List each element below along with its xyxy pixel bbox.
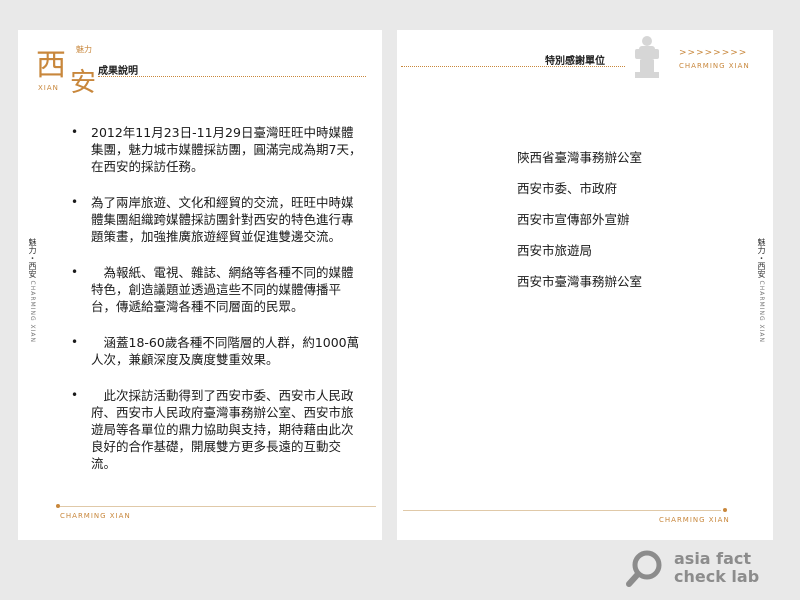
side-tab: 魅力・西安 CHARMING XIAN — [24, 238, 38, 343]
xian-logo: 西 魅力 安 XIAN — [28, 38, 108, 98]
side-tab-en: CHARMING XIAN — [758, 280, 765, 343]
side-tab-zh: 魅力・西安 — [757, 238, 766, 278]
list-item: 為了兩岸旅遊、文化和經貿的交流，旺旺中時媒體集團組織跨媒體採訪團針對西安的特色進… — [63, 194, 363, 245]
asia-fact-check-lab-logo: asia fact check lab — [626, 548, 776, 588]
list-item: 此次採訪活動得到了西安市委、西安市人民政府、西安市人民政府臺灣事務辦公室、西安市… — [63, 387, 363, 472]
footer-brand: CHARMING XIAN — [659, 516, 730, 524]
arrows-decoration: >>>>>>>> — [679, 48, 748, 58]
page-title: 特別感謝單位 — [545, 56, 605, 67]
header-divider — [401, 66, 625, 67]
footer-brand: CHARMING XIAN — [60, 512, 131, 520]
footer-dot — [723, 508, 727, 512]
right-page: 特別感謝單位 >>>>>>>> CHARMING XIAN 魅力・西安 CHAR… — [397, 30, 773, 540]
side-tab: 魅力・西安 CHARMING XIAN — [753, 238, 767, 343]
left-page: 西 魅力 安 XIAN 成果說明 魅力・西安 CHARMING XIAN 201… — [18, 30, 382, 540]
footer-divider — [403, 510, 721, 511]
list-item: 為報紙、電視、雜誌、網絡等各種不同的媒體特色，創造議題並透過這些不同的媒體傳播平… — [63, 264, 363, 315]
side-tab-zh: 魅力・西安 — [28, 238, 37, 278]
results-list: 2012年11月23日-11月29日臺灣旺旺中時媒體集團，魅力城市媒體採訪團，圓… — [63, 124, 363, 491]
logo-char-meili: 魅力 — [76, 45, 92, 54]
watermark-line2: check lab — [674, 567, 760, 586]
list-item: 西安市旅遊局 — [517, 243, 593, 258]
thanks-list: 陝西省臺灣事務辦公室 西安市委、市政府 西安市宣傳部外宣辦 西安市旅遊局 西安市… — [517, 150, 642, 305]
side-tab-en: CHARMING XIAN — [29, 280, 36, 343]
logo-char-xi: 西 — [36, 48, 66, 83]
list-item: 西安市臺灣事務辦公室 — [517, 274, 643, 289]
header-divider — [98, 76, 366, 77]
list-item: 涵蓋18-60歲各種不同階層的人群，約1000萬人次，兼顧深度及廣度雙重效果。 — [63, 334, 363, 368]
page-title: 成果說明 — [98, 66, 138, 77]
logo-english: XIAN — [38, 84, 59, 92]
list-item: 西安市委、市政府 — [517, 181, 618, 196]
header-brand: CHARMING XIAN — [679, 62, 750, 70]
logo-char-an: 安 — [70, 68, 97, 98]
list-item: 2012年11月23日-11月29日臺灣旺旺中時媒體集團，魅力城市媒體採訪團，圓… — [63, 124, 363, 175]
footer-divider — [60, 506, 376, 507]
list-item: 陝西省臺灣事務辦公室 — [517, 150, 643, 165]
statue-icon — [635, 36, 659, 78]
watermark-line1: asia fact — [674, 549, 752, 568]
magnifier-icon — [626, 550, 662, 587]
list-item: 西安市宣傳部外宣辦 — [517, 212, 630, 227]
